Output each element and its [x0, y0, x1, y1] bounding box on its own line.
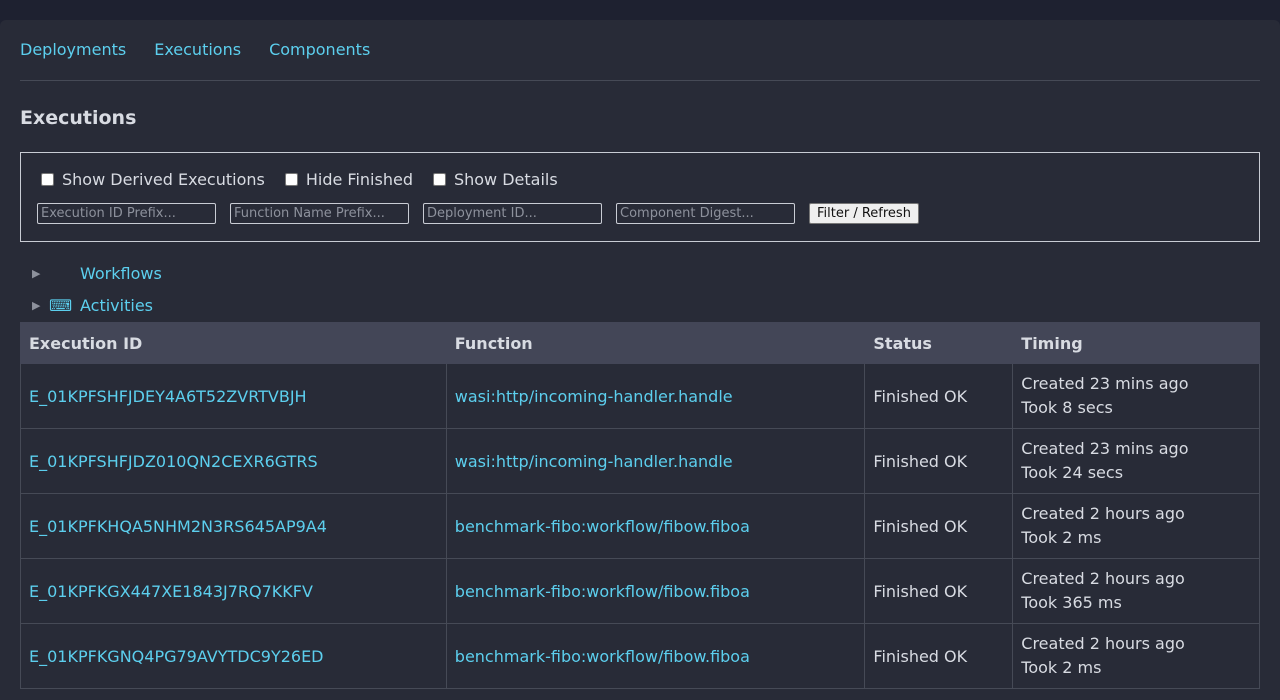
- status-cell: Finished OK: [864, 623, 1014, 689]
- nav-executions[interactable]: Executions: [154, 40, 241, 59]
- filter-refresh-button[interactable]: Filter / Refresh: [809, 203, 919, 224]
- created-text: Created 23 mins ago: [1021, 374, 1189, 393]
- execution-id-link[interactable]: E_01KPFKGX447XE1843J7RQ7KKFV: [20, 558, 447, 624]
- keyboard-icon: ⌨: [49, 296, 73, 315]
- column-header-timing: Timing: [1012, 322, 1260, 364]
- execution-id-prefix-input[interactable]: [37, 203, 216, 224]
- table-row: E_01KPFKHQA5NHM2N3RS645AP9A4 benchmark-f…: [20, 493, 1260, 559]
- status-cell: Finished OK: [864, 363, 1014, 429]
- timing-cell: Created 23 mins ago Took 24 secs: [1012, 428, 1260, 494]
- tree-item-label[interactable]: Activities: [80, 296, 153, 315]
- checkbox-box[interactable]: [41, 173, 54, 186]
- took-text: Took 24 secs: [1021, 463, 1124, 482]
- tree-item-label[interactable]: Workflows: [80, 264, 162, 283]
- table-row: E_01KPFKGNQ4PG79AVYTDC9Y26ED benchmark-f…: [20, 623, 1260, 689]
- executions-table: Execution ID Function Status Timing E_01…: [20, 322, 1260, 689]
- show-details-checkbox[interactable]: Show Details: [432, 170, 558, 189]
- function-name-prefix-input[interactable]: [230, 203, 409, 224]
- took-text: Took 8 secs: [1021, 398, 1113, 417]
- checkbox-box[interactable]: [284, 173, 298, 186]
- execution-id-link[interactable]: E_01KPFSHFJDEY4A6T52ZVRTVBJH: [20, 363, 447, 429]
- table-row: E_01KPFSHFJDEY4A6T52ZVRTVBJH wasi:http/i…: [20, 363, 1260, 429]
- created-text: Created 2 hours ago: [1021, 569, 1185, 588]
- expand-triangle-icon[interactable]: ▶: [32, 267, 49, 280]
- status-cell: Finished OK: [864, 493, 1014, 559]
- execution-id-link[interactable]: E_01KPFSHFJDZ010QN2CEXR6GTRS: [20, 428, 447, 494]
- tree-item-activities[interactable]: ▶ ⌨ Activities: [32, 296, 153, 315]
- filter-inputs: Filter / Refresh: [37, 203, 919, 224]
- created-text: Created 2 hours ago: [1021, 634, 1185, 653]
- show-derived-executions-checkbox[interactable]: Show Derived Executions: [41, 170, 265, 189]
- table-header-row: Execution ID Function Status Timing: [20, 322, 1260, 364]
- checkbox-label: Hide Finished: [305, 170, 413, 189]
- top-nav: Deployments Executions Components: [20, 40, 370, 59]
- table-row: E_01KPFSHFJDZ010QN2CEXR6GTRS wasi:http/i…: [20, 428, 1260, 494]
- created-text: Created 23 mins ago: [1021, 439, 1189, 458]
- nav-divider: [20, 80, 1260, 81]
- hide-finished-checkbox[interactable]: Hide Finished: [284, 170, 413, 189]
- column-header-status: Status: [864, 322, 1014, 364]
- nav-components[interactable]: Components: [269, 40, 370, 59]
- component-digest-input[interactable]: [616, 203, 795, 224]
- took-text: Took 2 ms: [1021, 658, 1102, 677]
- column-header-function: Function: [445, 322, 866, 364]
- checkbox-label: Show Details: [453, 170, 558, 189]
- filter-box: Show Derived Executions Hide Finished Sh…: [20, 152, 1260, 242]
- function-link[interactable]: wasi:http/incoming-handler.handle: [445, 428, 866, 494]
- timing-cell: Created 2 hours ago Took 2 ms: [1012, 623, 1260, 689]
- timing-cell: Created 23 mins ago Took 8 secs: [1012, 363, 1260, 429]
- nav-deployments[interactable]: Deployments: [20, 40, 126, 59]
- status-cell: Finished OK: [864, 558, 1014, 624]
- main-panel: Deployments Executions Components Execut…: [0, 20, 1280, 700]
- took-text: Took 365 ms: [1021, 593, 1122, 612]
- function-link[interactable]: wasi:http/incoming-handler.handle: [445, 363, 866, 429]
- tree-item-workflows[interactable]: ▶ Workflows: [32, 264, 162, 283]
- timing-cell: Created 2 hours ago Took 2 ms: [1012, 493, 1260, 559]
- took-text: Took 2 ms: [1021, 528, 1102, 547]
- status-cell: Finished OK: [864, 428, 1014, 494]
- execution-id-link[interactable]: E_01KPFKHQA5NHM2N3RS645AP9A4: [20, 493, 447, 559]
- function-link[interactable]: benchmark-fibo:workflow/fibow.fiboa: [445, 493, 866, 559]
- expand-triangle-icon[interactable]: ▶: [32, 299, 49, 312]
- created-text: Created 2 hours ago: [1021, 504, 1185, 523]
- column-header-execution-id: Execution ID: [20, 322, 447, 364]
- checkbox-box[interactable]: [432, 173, 446, 186]
- execution-id-link[interactable]: E_01KPFKGNQ4PG79AVYTDC9Y26ED: [20, 623, 447, 689]
- timing-cell: Created 2 hours ago Took 365 ms: [1012, 558, 1260, 624]
- deployment-id-input[interactable]: [423, 203, 602, 224]
- function-link[interactable]: benchmark-fibo:workflow/fibow.fiboa: [445, 558, 866, 624]
- checkbox-label: Show Derived Executions: [62, 170, 265, 189]
- page-title: Executions: [20, 107, 137, 129]
- filter-checkboxes: Show Derived Executions Hide Finished Sh…: [41, 170, 558, 189]
- table-row: E_01KPFKGX447XE1843J7RQ7KKFV benchmark-f…: [20, 558, 1260, 624]
- function-link[interactable]: benchmark-fibo:workflow/fibow.fiboa: [445, 623, 866, 689]
